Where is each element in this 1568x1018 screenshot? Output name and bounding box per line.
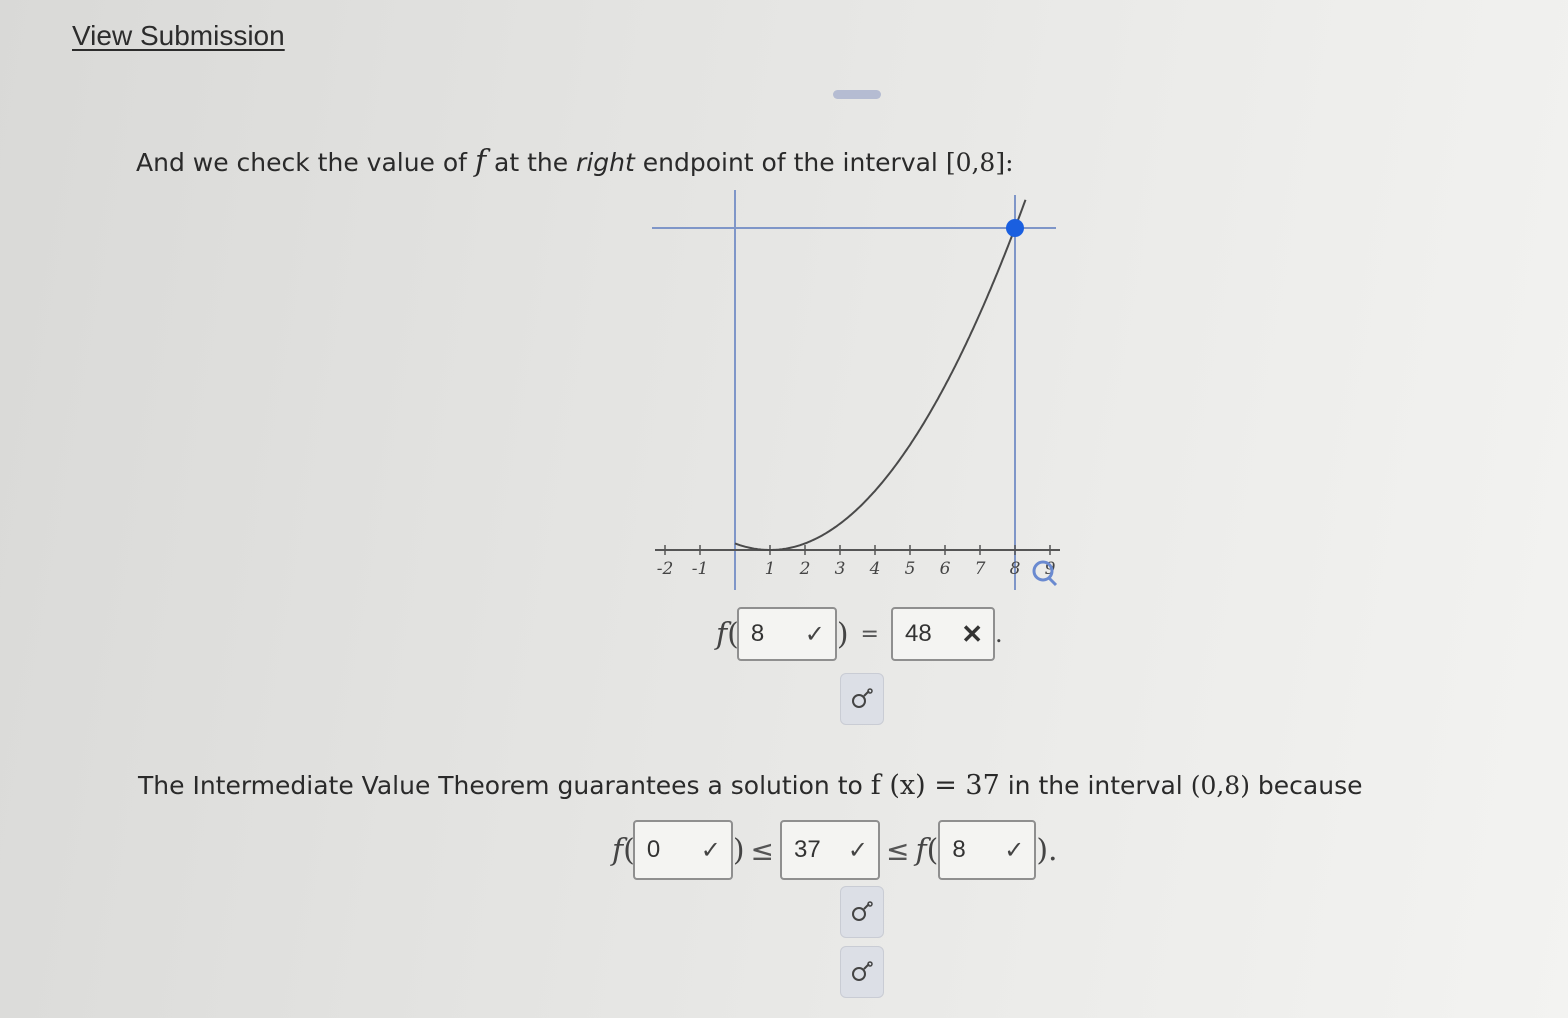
close-paren: ) <box>836 616 849 652</box>
upper-bound-input[interactable]: 8 ✓ <box>938 820 1037 880</box>
x-tick-label: -1 <box>692 559 709 579</box>
upper-bound-value: 8 <box>952 836 966 863</box>
prompt-right-word: right <box>576 148 635 177</box>
prompt2-text-c: because <box>1249 771 1363 800</box>
answer-row-2: f( 0 ✓ ) ≤ 37 ✓ ≤ f( 8 ✓ ). <box>612 820 1058 880</box>
target-value: 37 <box>794 836 821 863</box>
x-mark-icon: ✕ <box>961 618 983 649</box>
prompt-text-c: endpoint of the interval <box>634 148 946 177</box>
equation-text: f (x) = 37 <box>870 770 1000 801</box>
open-paren: ( <box>926 832 939 868</box>
check-icon: ✓ <box>1004 836 1025 864</box>
drag-handle[interactable] <box>833 90 881 99</box>
math-keypad-button[interactable] <box>840 886 884 938</box>
check-icon: ✓ <box>700 836 721 864</box>
x-tick-label: -2 <box>657 559 674 579</box>
interval-2-text: (0,8) <box>1190 771 1250 800</box>
endpoint-marker <box>1006 219 1024 237</box>
x-tick-label: 6 <box>940 559 951 579</box>
prompt2-text-a: The Intermediate Value Theorem guarantee… <box>138 771 871 800</box>
leq-sign: ≤ <box>886 833 910 867</box>
x-tick-label: 8 <box>1010 559 1021 579</box>
math-keypad-button[interactable] <box>840 946 884 998</box>
function-symbol: f <box>612 832 624 868</box>
keypad-icon <box>852 688 873 708</box>
x-value: 8 <box>750 620 765 647</box>
answer-row-1: f( 8 ✓ ) = 48 ✕ . <box>716 607 1003 661</box>
target-value-input[interactable]: 37 ✓ <box>780 820 881 880</box>
x-tick-label: 3 <box>835 559 846 579</box>
prompt2-text-b: in the interval <box>999 771 1191 800</box>
function-curve <box>734 199 1027 551</box>
lower-bound-value: 0 <box>646 836 661 863</box>
function-symbol: f <box>915 832 927 868</box>
keypad-icon <box>852 961 873 981</box>
x-tick-label: 1 <box>765 559 776 579</box>
prompt-text-1: And we check the value of f at the right… <box>136 144 1014 179</box>
check-icon: ✓ <box>847 836 869 864</box>
x-tick-label: 2 <box>799 559 811 579</box>
prompt-text-b: at the <box>486 148 577 177</box>
x-tick-label: 7 <box>975 559 986 579</box>
prompt-text-a: And we check the value of <box>136 148 475 177</box>
math-keypad-button[interactable] <box>840 673 884 725</box>
x-value-input[interactable]: 8 ✓ <box>736 607 837 661</box>
close-paren: ) <box>732 832 745 868</box>
f-value-input[interactable]: 48 ✕ <box>890 607 995 661</box>
check-icon: ✓ <box>804 620 825 648</box>
x-tick-label: 4 <box>869 559 881 579</box>
view-submission-link[interactable]: View Submission <box>72 20 285 52</box>
keypad-icon <box>852 901 873 921</box>
function-symbol: f <box>716 616 728 652</box>
function-graph: -2 -1 1 2 3 4 5 6 7 8 9 <box>652 190 1060 590</box>
x-tick-label: 5 <box>905 559 916 579</box>
equals-sign: = <box>860 621 879 647</box>
leq-sign: ≤ <box>750 833 775 867</box>
lower-bound-input[interactable]: 0 ✓ <box>632 820 733 880</box>
prompt-text-2: The Intermediate Value Theorem guarantee… <box>138 770 1362 801</box>
close-paren: ). <box>1036 832 1058 868</box>
function-symbol: f <box>474 144 487 179</box>
f-value: 48 <box>904 620 932 647</box>
interval-text: [0,8]: <box>945 148 1014 177</box>
period: . <box>994 620 1003 648</box>
